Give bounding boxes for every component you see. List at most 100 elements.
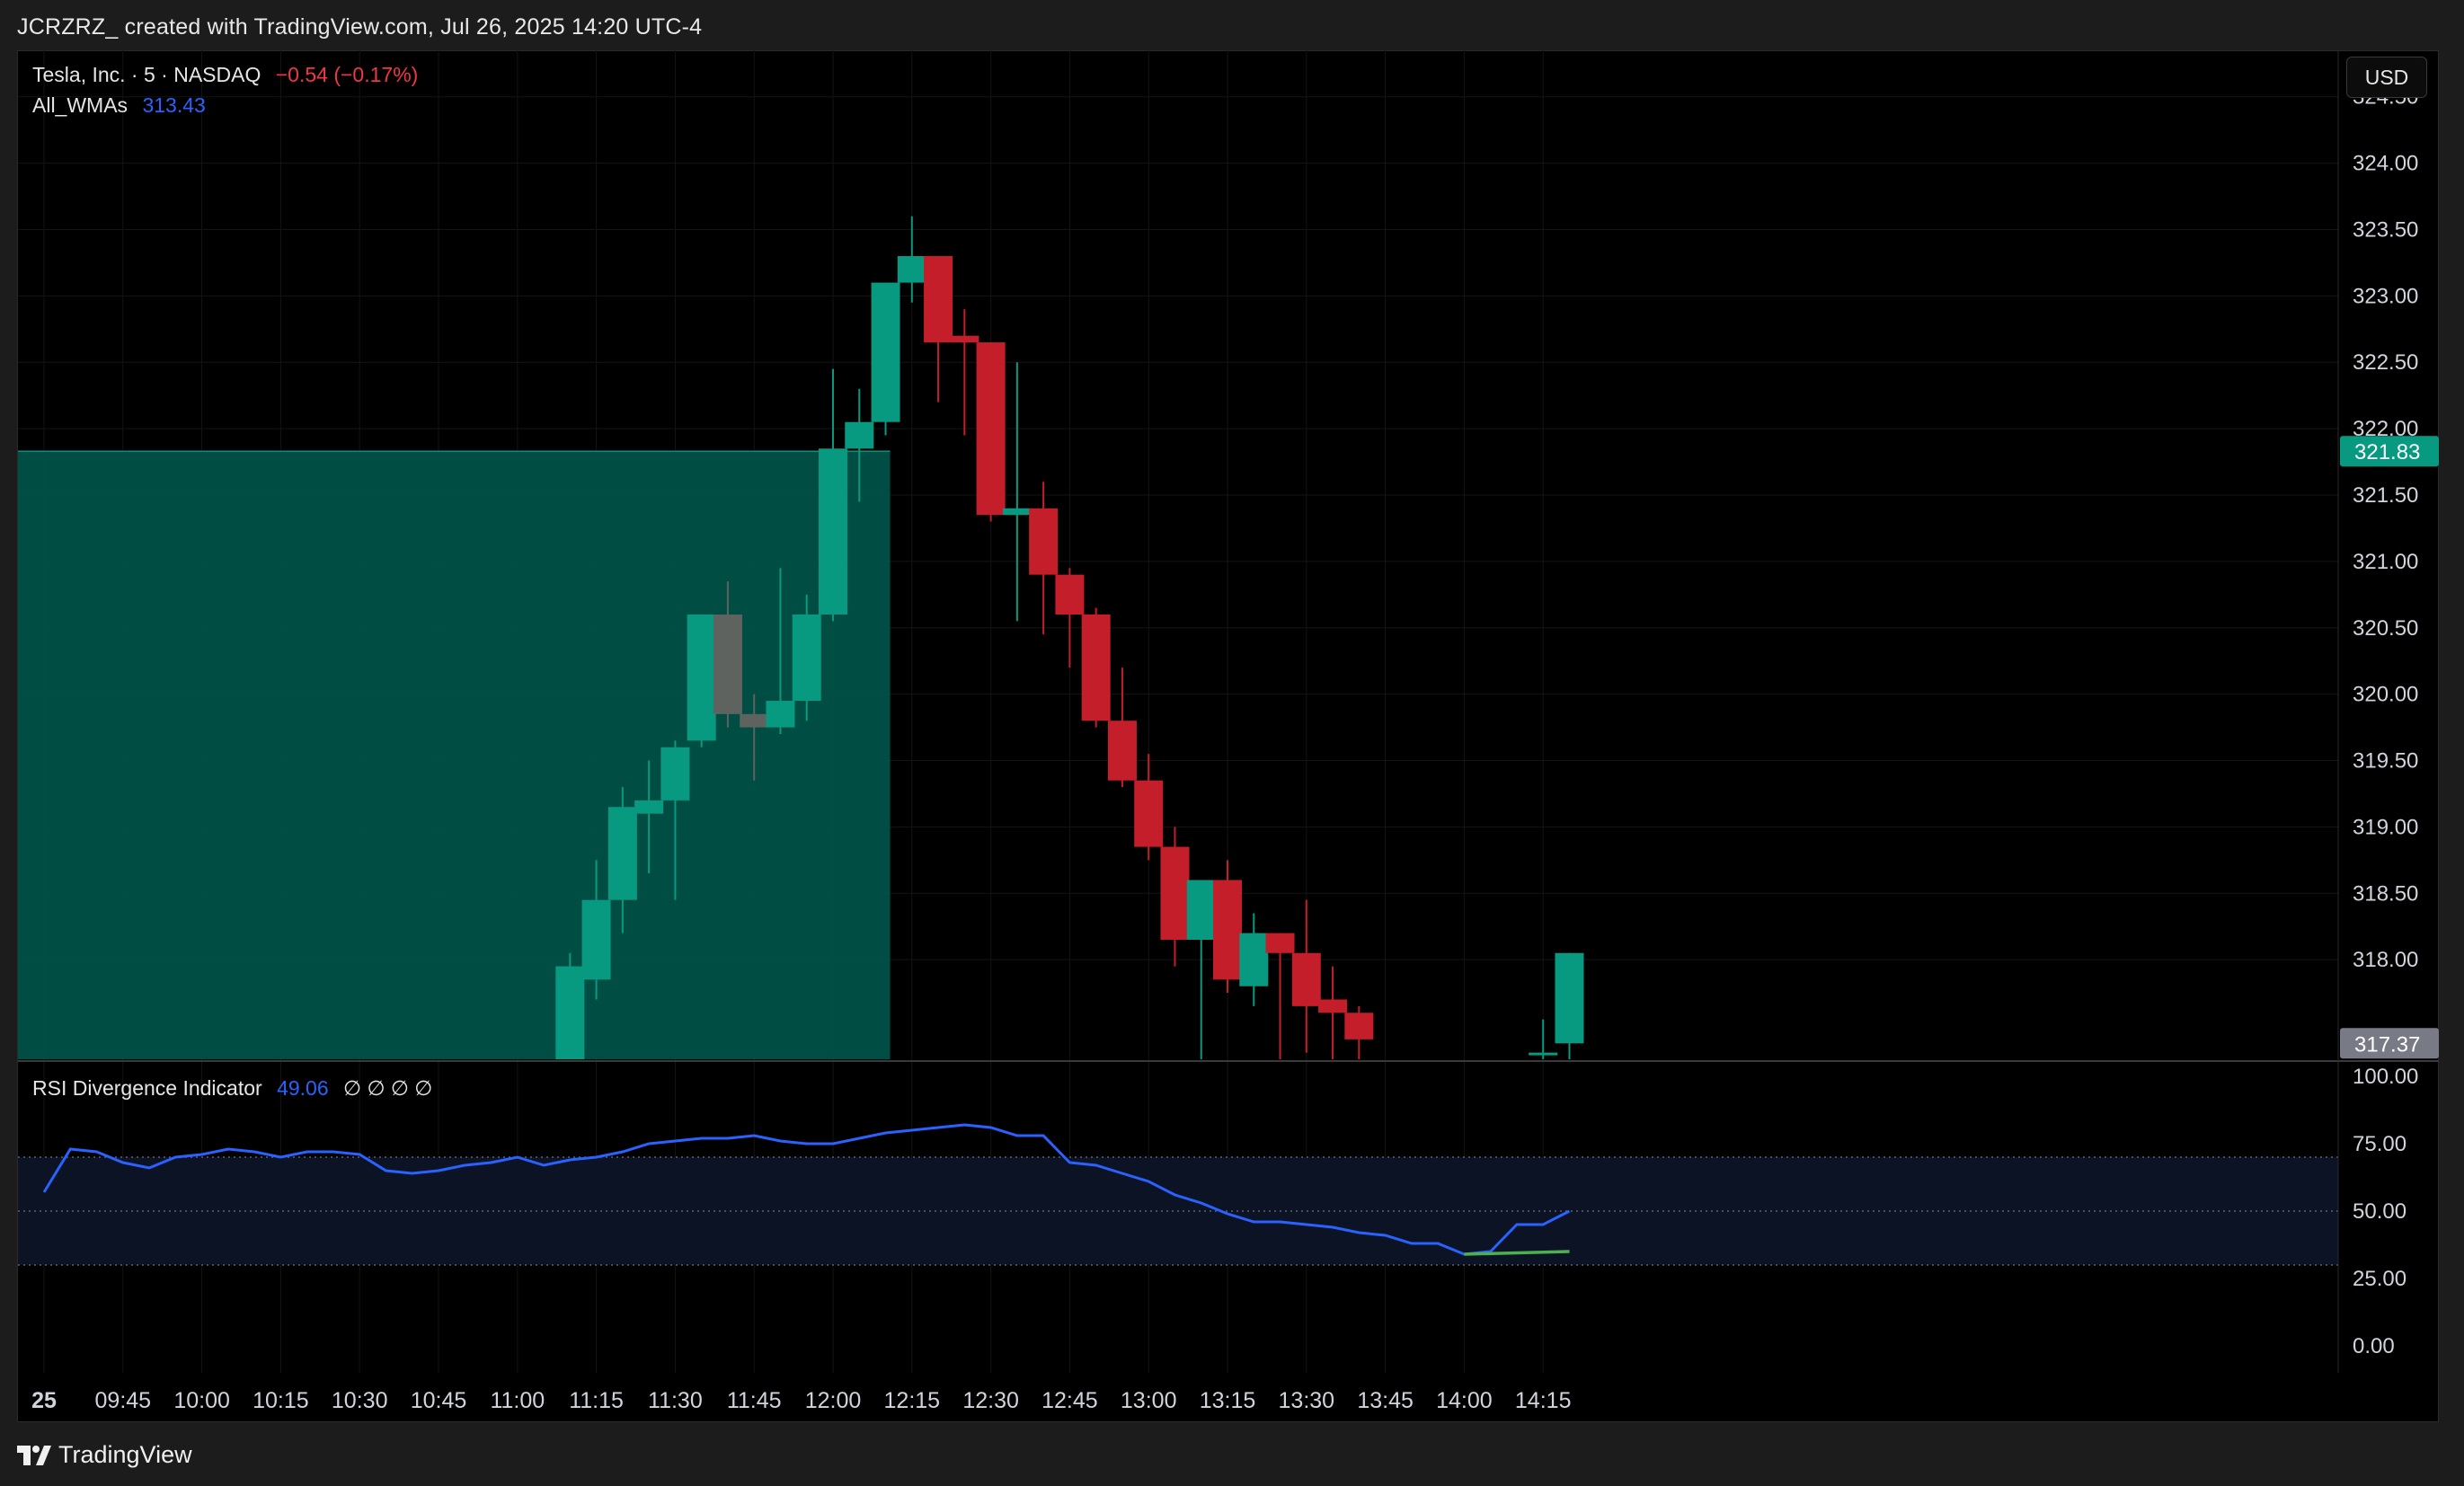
time-axis-label: 10:45 (411, 1388, 467, 1413)
price-marker-label: 317.37 (2354, 1032, 2420, 1057)
candle-body (555, 966, 585, 1059)
rsi-name: RSI Divergence Indicator (32, 1076, 262, 1100)
candle-body (1081, 614, 1111, 721)
candle (1239, 913, 1269, 1006)
price-axis-label: 320.00 (2353, 683, 2418, 707)
time-axis-label: 11:00 (490, 1388, 545, 1413)
symbol-legend[interactable]: Tesla, Inc. · 5 · NASDAQ −0.54 (−0.17%) (32, 63, 418, 87)
candle-body (1055, 574, 1085, 615)
candle-body (1186, 880, 1216, 941)
candle (924, 256, 953, 402)
candle-body (950, 335, 979, 343)
price-axis-label: 321.50 (2353, 483, 2418, 508)
candle-body (1291, 952, 1321, 1006)
rsi-value: 49.06 (277, 1076, 329, 1100)
rsi-axis-label: 75.00 (2353, 1132, 2406, 1156)
time-axis-label: 12:45 (1041, 1388, 1098, 1413)
price-change: −0.54 (−0.17%) (275, 63, 419, 86)
candle (976, 342, 1006, 522)
rsi-legend[interactable]: RSI Divergence Indicator 49.06 ∅ ∅ ∅ ∅ (32, 1076, 432, 1101)
candle (1029, 482, 1059, 635)
candle-body (819, 448, 847, 615)
candle-body (1265, 933, 1295, 953)
candle (871, 282, 900, 436)
currency-button[interactable]: USD (2346, 57, 2427, 98)
candle (1186, 880, 1216, 1059)
candle (1344, 1005, 1374, 1059)
candle (1160, 827, 1190, 967)
candle (1055, 568, 1085, 668)
price-axis-label: 322.50 (2353, 350, 2418, 375)
time-axis-label: 11:30 (648, 1388, 703, 1413)
rsi-pane[interactable] (18, 1123, 2338, 1266)
rsi-axis-label: 25.00 (2353, 1267, 2406, 1291)
price-axis-label: 319.00 (2353, 815, 2418, 839)
candle-body (1213, 880, 1242, 980)
rsi-axis-label: 0.00 (2353, 1334, 2395, 1358)
candle-body (1529, 1052, 1558, 1056)
time-axis-label: 12:15 (884, 1388, 941, 1413)
time-axis-label: 10:15 (253, 1388, 309, 1413)
bottom-bar (0, 1425, 2464, 1486)
candle-body (660, 747, 690, 800)
time-axis-label: 11:15 (569, 1388, 624, 1413)
candle (1291, 899, 1321, 1053)
candle-body (581, 899, 611, 980)
price-axis-label: 324.00 (2353, 152, 2418, 176)
candle-body (1239, 933, 1269, 986)
candle-body (976, 342, 1006, 516)
candle-body (634, 800, 664, 814)
candle-body (1134, 780, 1164, 847)
time-axis-label: 11:45 (727, 1388, 782, 1413)
rsi-empty-values: ∅ ∅ ∅ ∅ (343, 1076, 433, 1100)
time-axis-label: 14:00 (1436, 1388, 1493, 1413)
candle-body (1318, 999, 1348, 1013)
indicator-value: 313.43 (142, 93, 206, 117)
candle-body (687, 614, 716, 741)
highlight-zone-box (18, 451, 891, 1059)
candle-body (1029, 508, 1059, 575)
time-axis-label: 10:00 (173, 1388, 230, 1413)
rsi-axis-label: 100.00 (2353, 1065, 2418, 1089)
candle (1002, 362, 1032, 622)
candle (1134, 754, 1164, 861)
candle-body (845, 421, 874, 449)
time-axis-label: 12:00 (805, 1388, 862, 1413)
chart-canvas[interactable]: 324.50324.00323.50323.00322.50322.00321.… (0, 0, 2464, 1486)
highlight-zone (18, 450, 891, 1059)
tradingview-logo-icon (17, 1445, 51, 1465)
candle (1081, 607, 1111, 728)
symbol-name: Tesla, Inc. · 5 · NASDAQ (32, 63, 261, 86)
price-axis-label: 318.00 (2353, 948, 2418, 972)
price-axis-label: 321.00 (2353, 550, 2418, 574)
price-axis-label: 323.50 (2353, 217, 2418, 242)
price-axis-label: 318.50 (2353, 881, 2418, 906)
candle-body (1555, 952, 1584, 1044)
tradingview-brand: TradingView (58, 1441, 192, 1468)
time-axis-label: 13:45 (1357, 1388, 1414, 1413)
indicator-legend[interactable]: All_WMAs 313.43 (32, 93, 206, 118)
tradingview-logo[interactable]: TradingView (17, 1441, 192, 1469)
price-axis-label: 319.50 (2353, 749, 2418, 774)
time-axis-label: 12:30 (962, 1388, 1019, 1413)
candle (1265, 933, 1295, 1059)
price-axis-label: 320.50 (2353, 616, 2418, 641)
candle-body (713, 614, 742, 714)
candle (687, 614, 716, 747)
candle-body (871, 282, 900, 422)
candle (1529, 1019, 1558, 1059)
candle (950, 309, 979, 436)
candle-body (792, 614, 821, 702)
candle (1213, 860, 1242, 994)
candle-body (1344, 1013, 1374, 1039)
candle (1318, 966, 1348, 1059)
price-marker-label: 321.83 (2354, 440, 2420, 464)
time-axis-label: 14:15 (1515, 1388, 1572, 1413)
candle-body (1002, 508, 1032, 516)
time-axis-label: 25 (31, 1388, 57, 1413)
candle (1107, 668, 1137, 788)
time-axis-label: 13:15 (1200, 1388, 1256, 1413)
candle-body (897, 256, 926, 283)
candle (819, 368, 847, 622)
time-axis-label: 10:30 (332, 1388, 388, 1413)
